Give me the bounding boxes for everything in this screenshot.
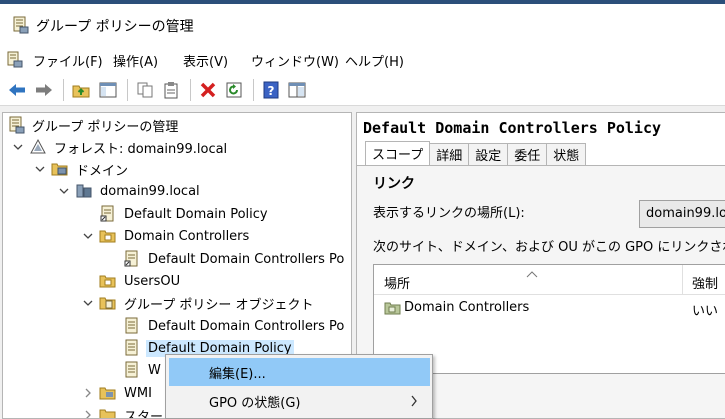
gpmc-window: グループ ポリシーの管理 ファイル(F) 操作(A) 表示(V) ウィンドウ(W…	[0, 0, 725, 419]
table-row[interactable]: Domain Controllers いい	[374, 297, 725, 319]
tree-starter-gpos[interactable]: スター	[81, 404, 165, 419]
context-edit[interactable]: 編集(E)...	[169, 358, 430, 386]
context-menu: 編集(E)... GPO の状態(G)	[165, 354, 433, 419]
tree-root-label: グループ ポリシーの管理	[32, 119, 179, 135]
tree-default-domain-policy-link-label: Default Domain Policy	[124, 206, 268, 222]
policy-title: Default Domain Controllers Policy	[363, 119, 662, 137]
column-enforced[interactable]: 強制	[692, 273, 718, 292]
properties-pane-icon[interactable]	[286, 79, 308, 101]
chevron-down-icon[interactable]	[81, 229, 95, 243]
context-gpo-status-label: GPO の状態(G)	[209, 395, 301, 411]
tree-domain-controllers-ou-label: Domain Controllers	[124, 228, 250, 244]
row-location: Domain Controllers	[404, 300, 530, 315]
chevron-down-icon[interactable]	[81, 296, 95, 310]
delete-icon[interactable]	[197, 79, 219, 101]
tab-details[interactable]: 詳細	[430, 143, 470, 166]
paste-icon[interactable]	[160, 79, 182, 101]
tree-wmi-filters[interactable]: WMI	[81, 382, 154, 404]
links-section-heading: リンク	[373, 176, 415, 192]
forest-icon	[29, 138, 47, 156]
tab-scope[interactable]: スコープ	[365, 141, 431, 166]
tab-delegation[interactable]: 委任	[508, 143, 548, 166]
system-menu-icon[interactable]	[6, 51, 23, 68]
wmi-folder-icon	[99, 384, 117, 402]
chevron-down-icon[interactable]	[33, 162, 47, 176]
domain-icon	[75, 182, 93, 200]
tree-starter-gpos-label: スター	[124, 409, 164, 419]
forward-icon[interactable]	[33, 79, 55, 101]
menu-help[interactable]: ヘルプ(H)	[345, 51, 404, 70]
back-icon[interactable]	[6, 79, 28, 101]
tree-users-ou[interactable]: UsersOU	[99, 270, 182, 292]
refresh-icon[interactable]	[223, 79, 245, 101]
ou-folder-icon	[99, 227, 117, 245]
gpo-icon	[123, 339, 141, 357]
gpo-folder-icon	[99, 294, 117, 312]
tree-domain[interactable]: domain99.local	[57, 180, 202, 202]
gpmc-icon	[7, 116, 25, 134]
row-enforced: いい	[692, 304, 719, 319]
toolbar-separator	[190, 79, 191, 101]
up-folder-icon[interactable]	[70, 79, 92, 101]
tree-domain-controllers-ou[interactable]: Domain Controllers	[81, 225, 251, 247]
menu-action[interactable]: 操作(A)	[113, 51, 158, 70]
gpo-link-icon	[99, 205, 117, 223]
tree-gpo-w[interactable]: W	[123, 359, 163, 381]
domains-folder-icon	[51, 160, 69, 178]
gpo-link-icon	[123, 250, 141, 268]
menu-view[interactable]: 表示(V)	[183, 51, 228, 70]
location-label: 表示するリンクの場所(L):	[373, 206, 525, 221]
menu-window[interactable]: ウィンドウ(W)	[251, 51, 339, 70]
chevron-right-icon[interactable]	[81, 386, 95, 400]
tree-domains[interactable]: ドメイン	[33, 158, 130, 180]
submenu-arrow-icon	[410, 395, 418, 411]
gpo-icon	[123, 361, 141, 379]
toolbar: ?	[0, 74, 725, 106]
tree-default-domain-policy-link[interactable]: Default Domain Policy	[99, 203, 270, 225]
toolbar-separator	[63, 79, 64, 101]
tree-forest-label: フォレスト: domain99.local	[54, 141, 228, 157]
ou-folder-icon	[384, 299, 402, 320]
tab-settings[interactable]: 設定	[469, 143, 509, 166]
tree-forest[interactable]: フォレスト: domain99.local	[11, 136, 229, 158]
svg-text:?: ?	[268, 84, 275, 98]
show-hide-tree-icon[interactable]	[97, 79, 119, 101]
help-icon[interactable]: ?	[260, 79, 282, 101]
chevron-down-icon[interactable]	[57, 184, 71, 198]
gpo-icon	[123, 317, 141, 335]
links-description: 次のサイト、ドメイン、および OU がこの GPO にリンクされてい	[373, 240, 725, 255]
toolbar-separator	[253, 79, 254, 101]
context-gpo-status[interactable]: GPO の状態(G)	[169, 387, 430, 415]
ou-folder-icon	[99, 272, 117, 290]
chevron-right-icon[interactable]	[81, 408, 95, 418]
details-tabs: スコープ 詳細 設定 委任 状態	[365, 141, 587, 166]
title-bar: グループ ポリシーの管理	[0, 4, 725, 44]
location-dropdown[interactable]: domain99.loc	[639, 200, 725, 228]
tree-root[interactable]: グループ ポリシーの管理	[7, 114, 180, 136]
tab-status[interactable]: 状態	[547, 143, 587, 166]
tree-wmi-filters-label: WMI	[124, 385, 152, 401]
copy-icon[interactable]	[134, 79, 156, 101]
tree-gpo-folder[interactable]: グループ ポリシー オブジェクト	[81, 292, 316, 314]
column-location[interactable]: 場所	[384, 273, 410, 292]
sort-ascending-icon	[526, 266, 538, 281]
tree-gpo-w-label: W	[148, 362, 161, 378]
starter-gpo-folder-icon	[99, 406, 117, 418]
menu-file[interactable]: ファイル(F)	[33, 51, 103, 70]
window-title: グループ ポリシーの管理	[36, 19, 194, 35]
tree-domains-label: ドメイン	[76, 163, 129, 179]
tree-users-ou-label: UsersOU	[124, 273, 181, 289]
tree-gpo-folder-label: グループ ポリシー オブジェクト	[124, 297, 314, 313]
chevron-down-icon[interactable]	[11, 140, 25, 154]
toolbar-separator	[127, 79, 128, 101]
tree-gpo-dc-policy[interactable]: Default Domain Controllers Po	[123, 315, 346, 337]
tree-domain-label: domain99.local	[100, 183, 200, 199]
tree-dc-policy-link-label: Default Domain Controllers Po	[148, 251, 345, 267]
gpmc-app-icon	[12, 16, 29, 34]
column-divider	[682, 265, 683, 295]
tree-dc-policy-link[interactable]: Default Domain Controllers Po	[123, 248, 346, 270]
tree-gpo-dc-policy-label: Default Domain Controllers Po	[148, 318, 345, 334]
menu-bar: ファイル(F) 操作(A) 表示(V) ウィンドウ(W) ヘルプ(H)	[0, 44, 725, 74]
links-list-header: 場所 強制	[374, 265, 725, 295]
